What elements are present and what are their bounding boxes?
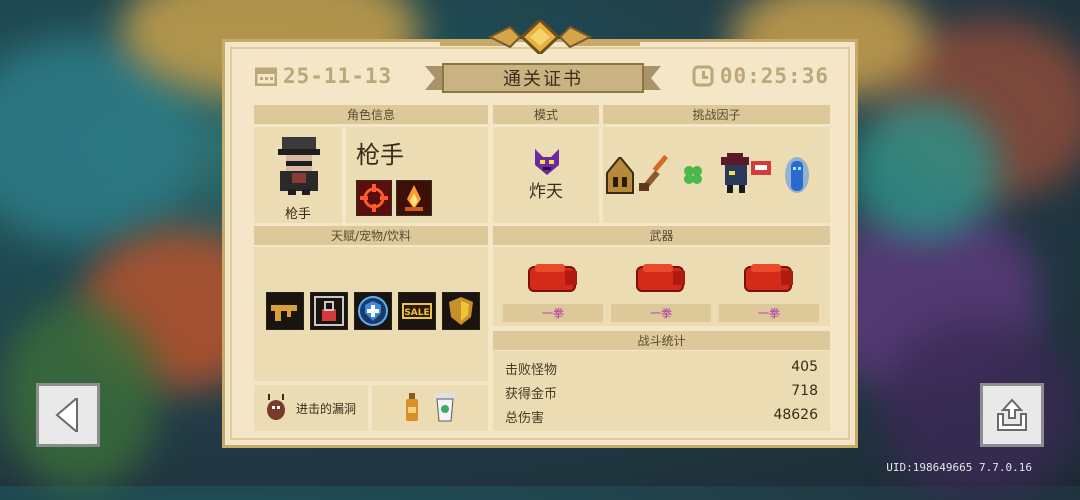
time-display: 00:25:36: [692, 64, 829, 88]
battle-stats-panel: 击败怪物 405 获得金币 718 总伤害 48626: [493, 351, 830, 431]
flame-skill-icon: [396, 180, 432, 216]
share-icon: [997, 398, 1027, 431]
drinks-panel: [372, 385, 488, 431]
back-button[interactable]: [36, 383, 100, 447]
stat-row: 击败怪物 405: [493, 359, 830, 383]
certificate-title: 通关证书: [503, 69, 583, 90]
weapon-label: 一拳: [503, 304, 603, 322]
header-challenge-factors: 挑战因子: [603, 105, 830, 124]
header-weapons: 武器: [493, 226, 830, 245]
clearance-certificate: 25-11-13 通关证书 00:25:36 角色信息 模式 挑战因子 枪手 枪…: [222, 20, 858, 448]
crosshair-skill-icon: [356, 180, 392, 216]
gun-talent-icon: [266, 292, 304, 330]
gold-shield-icon: [442, 292, 480, 330]
helmet-icon: [606, 157, 634, 194]
clover-icon: [684, 166, 702, 184]
pet-name: 进击的漏洞: [296, 402, 357, 416]
header-mode: 模式: [493, 105, 599, 124]
uid-version-text: UID:198649665 7.7.0.16: [886, 461, 1032, 474]
date-display: 25-11-13: [255, 64, 392, 88]
bug-pet-icon: [267, 394, 285, 420]
stat-row: 总伤害 48626: [493, 407, 830, 431]
stat-row: 获得金币 718: [493, 383, 830, 407]
stat-value: 718: [791, 383, 818, 399]
weapon-label: 一拳: [611, 304, 711, 322]
triangle-left-icon: [55, 398, 78, 432]
svg-text:SALE: SALE: [404, 308, 429, 318]
background-blur: [850, 100, 1000, 240]
hat-figure-icon: [721, 153, 771, 193]
shield-cross-icon: [354, 292, 392, 330]
red-fist-weapon-icon: [528, 264, 577, 292]
character-detail-panel: 枪手: [346, 127, 488, 223]
stat-value: 48626: [773, 407, 818, 423]
rifle-icon: [639, 154, 669, 191]
date-text: 25-11-13: [283, 64, 393, 88]
header-character-info: 角色信息: [254, 105, 488, 124]
bottle-drink-icon: [406, 393, 418, 421]
character-name: 枪手: [356, 141, 404, 169]
time-text: 00:25:36: [719, 64, 829, 88]
demon-mask-icon: [535, 149, 559, 175]
portrait-label: 枪手: [284, 207, 311, 222]
cup-drink-icon: [435, 393, 455, 422]
red-fist-weapon-icon: [744, 264, 793, 292]
mode-name: 炸天: [529, 182, 563, 202]
header-battle-stats: 战斗统计: [493, 331, 830, 350]
gunslinger-avatar-icon: [278, 137, 320, 195]
calendar-icon: [255, 67, 277, 86]
mode-panel: 炸天: [493, 127, 599, 223]
character-portrait-panel: 枪手: [254, 127, 342, 223]
share-button[interactable]: [980, 383, 1044, 447]
blue-spirit-icon: [785, 157, 809, 193]
clock-icon: [692, 65, 714, 87]
sale-icon: SALE: [398, 292, 436, 330]
lock-talent-icon: [310, 292, 348, 330]
stat-value: 405: [791, 359, 818, 375]
stat-label: 获得金币: [505, 387, 558, 402]
challenge-factors-panel: [603, 127, 830, 223]
title-banner: 通关证书: [425, 62, 661, 94]
stat-label: 击败怪物: [505, 363, 558, 378]
header-talents-pets-drinks: 天赋/宠物/饮料: [254, 226, 488, 245]
stat-label: 总伤害: [505, 411, 545, 426]
pet-panel: 进击的漏洞: [254, 385, 368, 431]
red-fist-weapon-icon: [636, 264, 685, 292]
weapon-label: 一拳: [719, 304, 819, 322]
gem-ornament-icon: [440, 20, 640, 54]
